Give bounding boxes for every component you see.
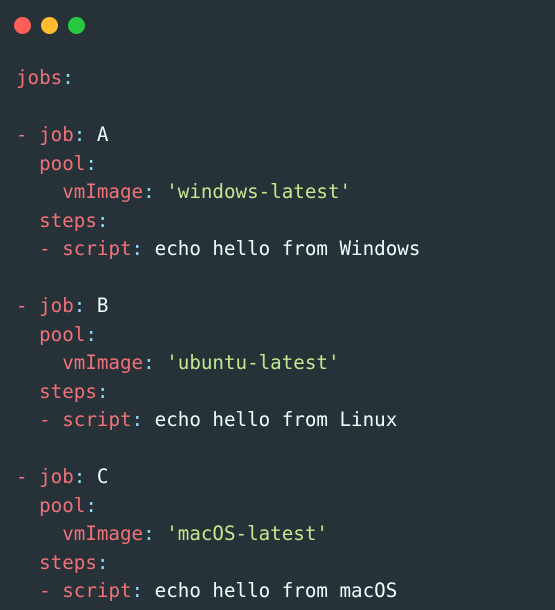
yaml-value: B [96, 294, 109, 317]
yaml-key: steps [39, 379, 97, 403]
code-line: - job: C [16, 463, 420, 492]
code-line: - job: A [16, 121, 420, 150]
minimize-window-icon[interactable] [41, 17, 58, 34]
yaml-colon: : [62, 66, 74, 89]
yaml-dash: - [16, 465, 28, 488]
code-line: vmImage: 'windows-latest' [16, 178, 420, 207]
code-line: - script: echo hello from macOS [16, 577, 420, 606]
yaml-colon: : [143, 180, 155, 203]
yaml-dash: - [39, 579, 51, 602]
yaml-key: script [62, 579, 132, 602]
yaml-key: vmImage [62, 351, 144, 374]
yaml-key: pool [39, 322, 86, 346]
code-window: jobs: - job: A pool: vmImage: 'windows-l… [0, 0, 555, 610]
yaml-colon: : [85, 322, 97, 346]
code-line: - script: echo hello from Linux [16, 406, 420, 435]
yaml-colon: : [73, 294, 86, 317]
maximize-window-icon[interactable] [68, 17, 85, 34]
yaml-value: A [96, 123, 109, 146]
yaml-key: job [39, 123, 74, 146]
yaml-key: pool [39, 151, 86, 175]
yaml-colon: : [143, 522, 155, 545]
yaml-colon: : [85, 151, 97, 175]
yaml-key: vmImage [62, 522, 144, 545]
yaml-colon: : [131, 237, 144, 260]
code-line: - script: echo hello from Windows [16, 235, 420, 264]
yaml-value: echo hello from Linux [154, 408, 398, 431]
code-line: steps: [16, 378, 420, 407]
yaml-key: jobs [16, 66, 63, 89]
code-line: steps: [16, 549, 420, 578]
code-line: - job: B [16, 292, 420, 321]
yaml-key: job [39, 294, 74, 317]
yaml-value: echo hello from macOS [154, 579, 398, 602]
yaml-dash: - [16, 123, 28, 146]
yaml-key: pool [39, 493, 86, 517]
close-window-icon[interactable] [14, 17, 31, 34]
yaml-colon: : [131, 579, 144, 602]
yaml-string-value: 'ubuntu-latest' [166, 351, 340, 374]
yaml-string-value: 'macOS-latest' [166, 522, 328, 545]
code-line: pool: [16, 492, 420, 521]
yaml-colon: : [73, 123, 86, 146]
window-titlebar [0, 0, 555, 50]
yaml-key: script [62, 237, 132, 260]
yaml-value: echo hello from Windows [154, 237, 421, 260]
code-line: jobs: [16, 64, 420, 93]
yaml-colon: : [131, 408, 144, 431]
yaml-colon: : [96, 379, 109, 403]
yaml-key: job [39, 465, 74, 488]
yaml-dash: - [39, 237, 51, 260]
yaml-dash: - [16, 294, 28, 317]
yaml-code-block: jobs: - job: A pool: vmImage: 'windows-l… [16, 64, 420, 606]
yaml-value: C [96, 465, 109, 488]
yaml-colon: : [96, 550, 109, 574]
yaml-key: script [62, 408, 132, 431]
yaml-colon: : [143, 351, 155, 374]
code-line: pool: [16, 150, 420, 179]
yaml-string-value: 'windows-latest' [166, 180, 352, 203]
yaml-colon: : [73, 465, 86, 488]
yaml-key: steps [39, 208, 97, 232]
code-line: vmImage: 'macOS-latest' [16, 520, 420, 549]
code-line: steps: [16, 207, 420, 236]
yaml-dash: - [39, 408, 51, 431]
code-line: vmImage: 'ubuntu-latest' [16, 349, 420, 378]
yaml-colon: : [96, 208, 109, 232]
yaml-key: steps [39, 550, 97, 574]
yaml-key: vmImage [62, 180, 144, 203]
yaml-colon: : [85, 493, 97, 517]
code-line: pool: [16, 321, 420, 350]
